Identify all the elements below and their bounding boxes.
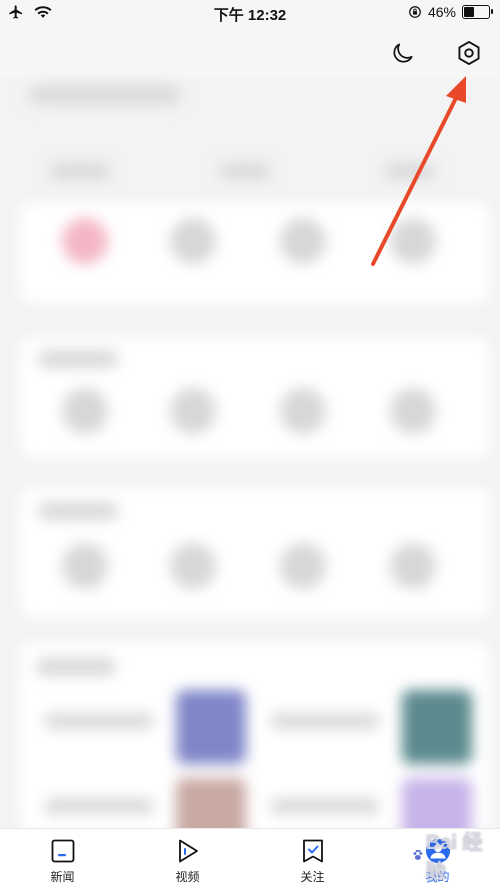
tab-news-label: 新闻 (50, 870, 75, 884)
blurred-icon (390, 388, 436, 434)
tab-follow-label: 关注 (300, 870, 325, 884)
video-play-icon (178, 839, 198, 863)
status-right: 46% (408, 4, 493, 20)
battery-icon (462, 5, 493, 19)
header (0, 28, 500, 78)
blurred-username (30, 86, 180, 104)
blurred-icon (280, 218, 326, 264)
watermark-text: Bai 经验 (425, 832, 483, 883)
blurred-stat (385, 163, 435, 179)
tab-video-label: 视频 (175, 870, 200, 884)
blurred-icon (390, 543, 436, 589)
blurred-content (0, 78, 500, 852)
blurred-icon (280, 388, 326, 434)
night-mode-button[interactable] (386, 36, 420, 70)
blurred-stat (220, 163, 270, 179)
blurred-icon (170, 388, 216, 434)
blurred-stat (50, 163, 110, 179)
blurred-icon (62, 218, 108, 264)
blurred-icon (390, 218, 436, 264)
battery-percent: 46% (427, 4, 456, 20)
tab-follow[interactable]: 关注 (250, 829, 375, 890)
settings-hexagon-icon (458, 40, 480, 66)
blurred-line (270, 713, 380, 729)
settings-button[interactable] (452, 36, 486, 70)
news-icon (51, 839, 74, 863)
blurred-line (44, 798, 154, 814)
rotation-lock-icon (409, 6, 421, 18)
follow-bookmark-icon (302, 839, 323, 863)
blurred-line (270, 798, 380, 814)
status-bar: 下午 12:32 46% (0, 0, 500, 28)
moon-icon (393, 43, 413, 63)
baidu-paw-logo (413, 849, 423, 860)
blurred-line (44, 713, 154, 729)
blurred-icon (280, 543, 326, 589)
tab-news[interactable]: 新闻 (0, 829, 125, 890)
tab-video[interactable]: 视频 (125, 829, 250, 890)
blurred-thumbnail (176, 690, 246, 764)
blurred-icon (62, 388, 108, 434)
blurred-heading (38, 502, 118, 520)
blurred-heading (36, 658, 116, 676)
baidu-jingyan-watermark: Bai 经验 (412, 832, 490, 883)
blurred-icon (170, 218, 216, 264)
battery-fill (464, 7, 474, 17)
blurred-thumbnail (402, 690, 472, 764)
blurred-icon (170, 543, 216, 589)
blurred-heading (38, 350, 118, 368)
blurred-icon (62, 543, 108, 589)
